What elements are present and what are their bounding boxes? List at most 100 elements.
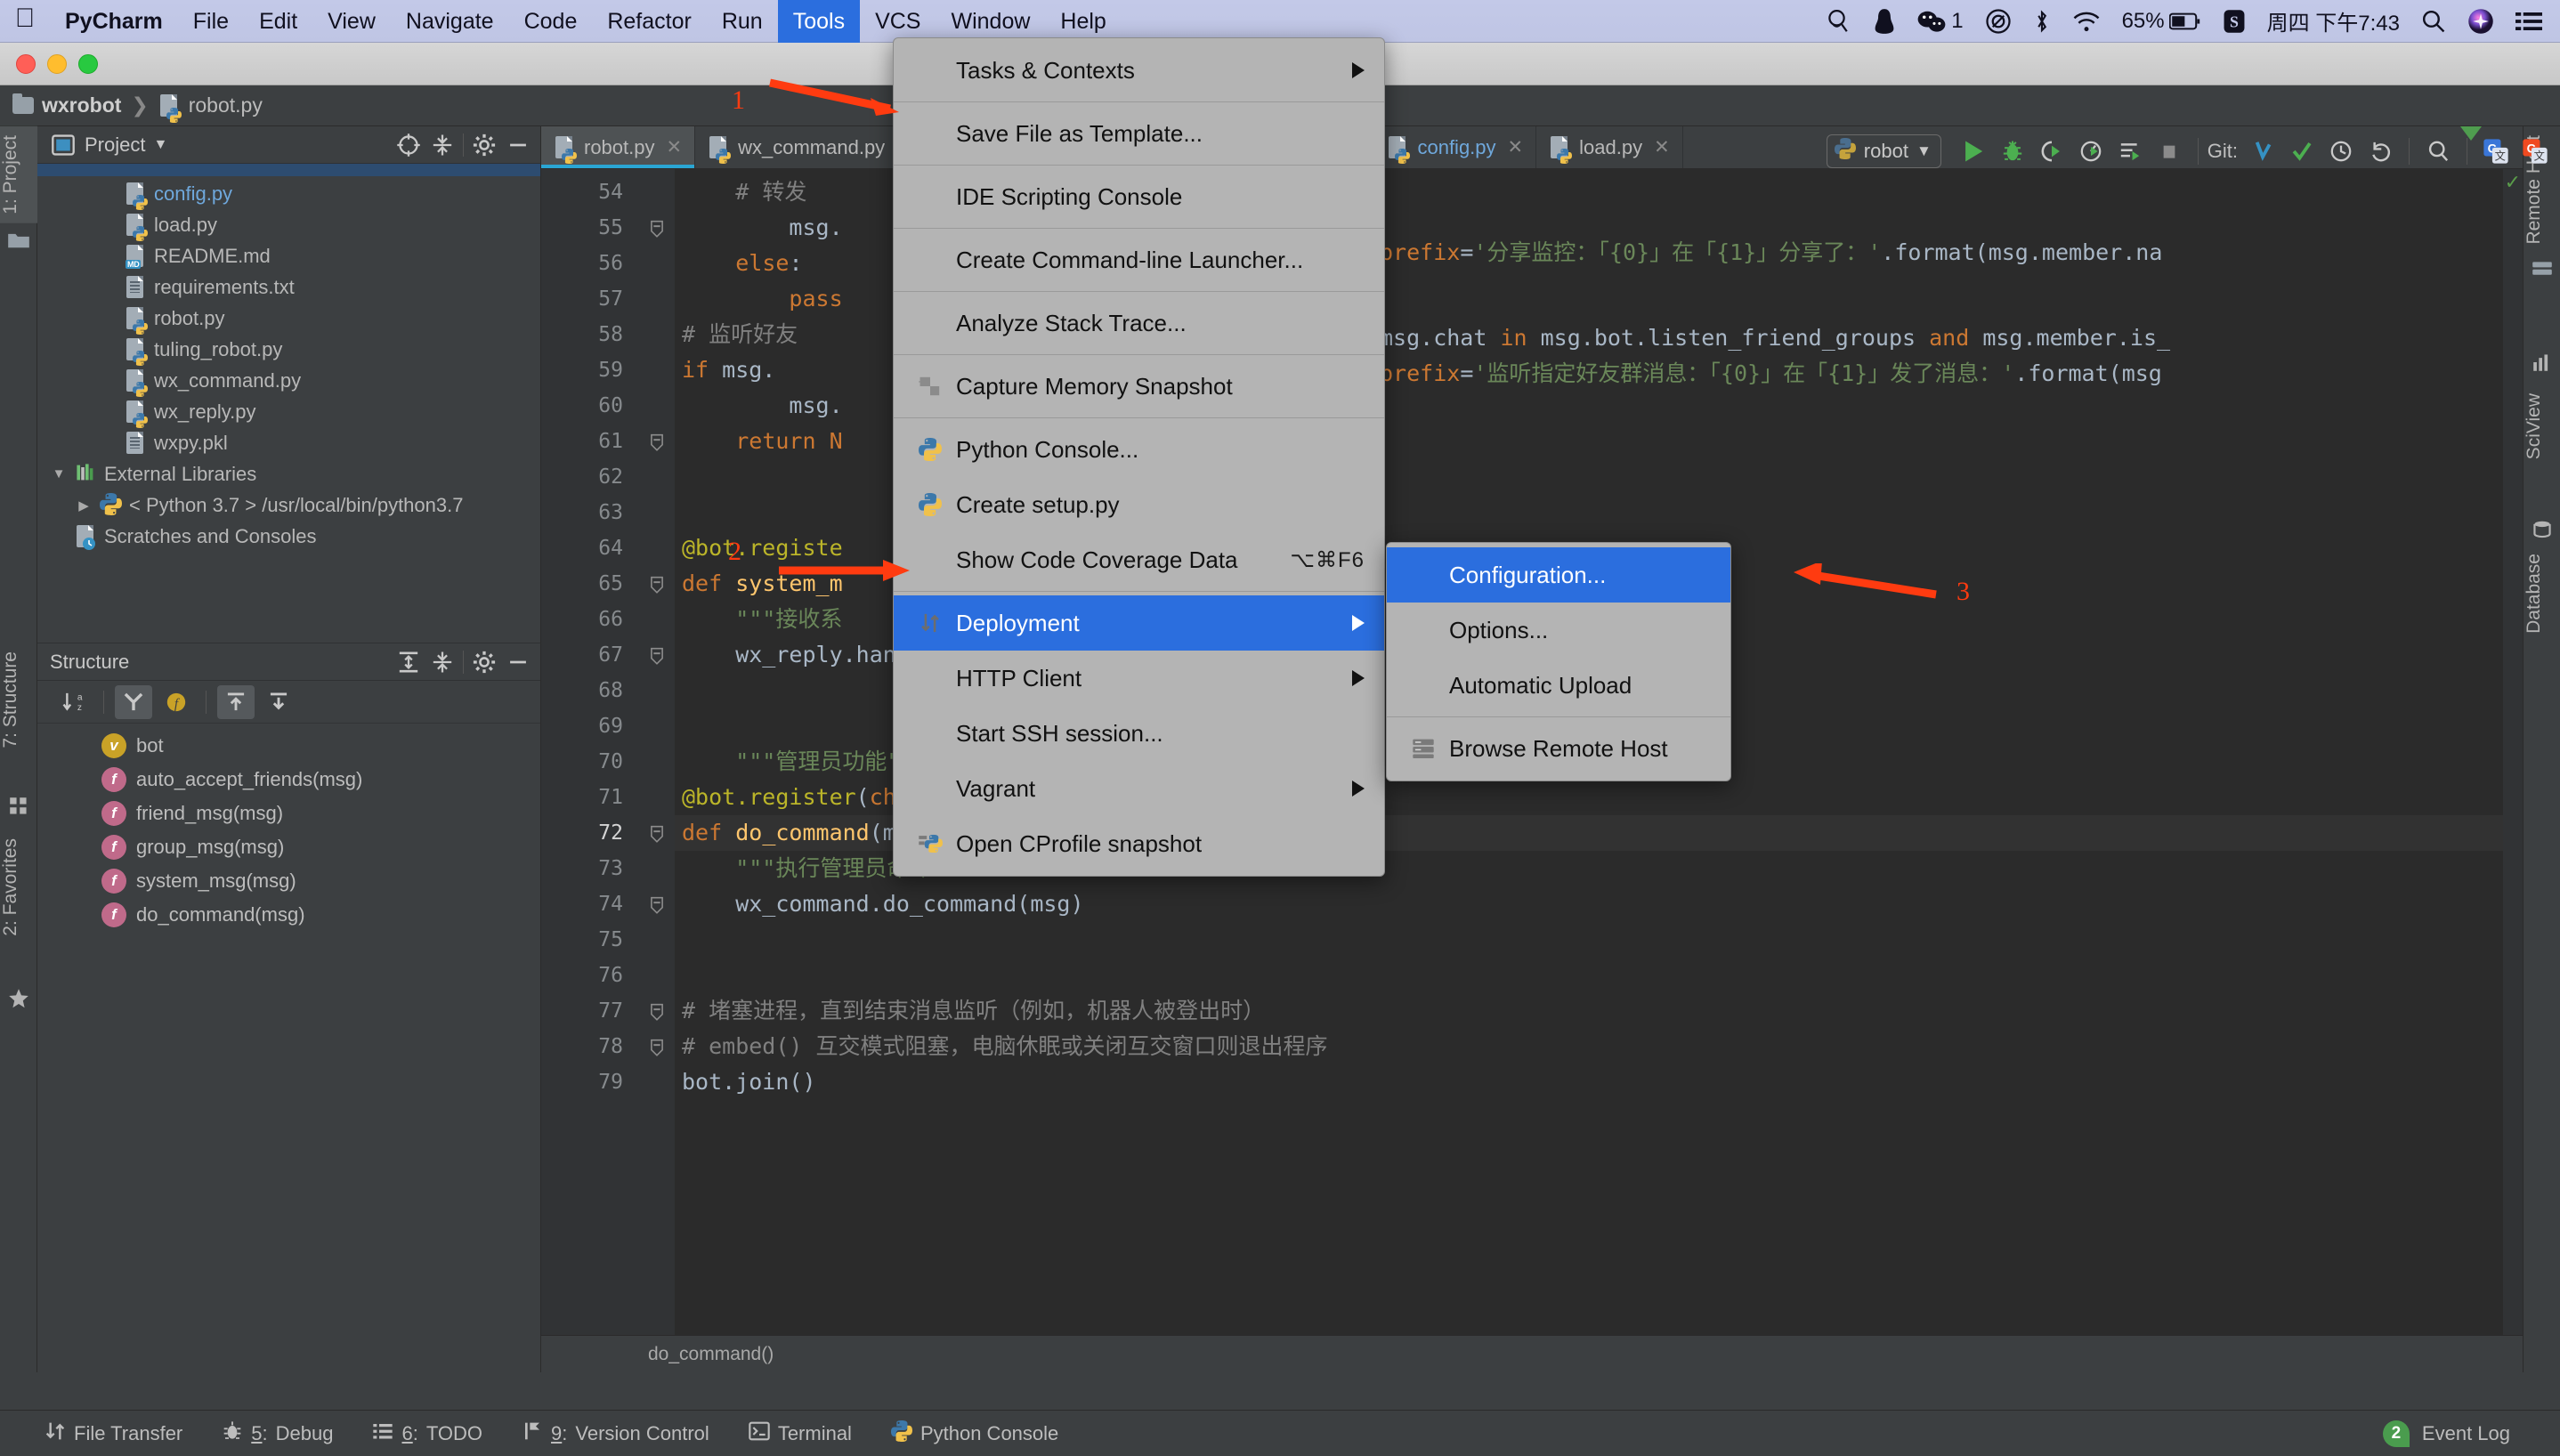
line-number[interactable]: 78 [541,1029,639,1064]
sidebar-item-sciview[interactable]: SciView [2524,384,2560,468]
line-number[interactable]: 63 [541,495,639,530]
menu-item-vagrant[interactable]: Vagrant [894,761,1384,816]
error-stripe-marker-bar[interactable]: ✓ [2503,169,2523,1372]
chevron-down-icon[interactable]: ▼ [153,137,167,153]
fold-marker[interactable] [639,637,675,673]
line-number[interactable]: 54 [541,174,639,210]
tree-row[interactable]: load.py [37,209,540,241]
close-icon[interactable]: ✕ [1508,136,1524,158]
macos-menu-pycharm[interactable]: PyCharm [50,0,178,43]
show-fields-button[interactable]: f [158,685,195,719]
macos-menu-file[interactable]: File [178,0,244,43]
menu-item-show-code-coverage-data[interactable]: Show Code Coverage Data ⌥⌘F6 [894,532,1384,587]
python-console-tool[interactable]: Python Console [890,1420,1058,1447]
breadcrumb-file[interactable]: robot.py [158,93,263,123]
sogou-input-icon[interactable]: S [2212,0,2256,43]
hide-panel-button-2[interactable] [505,649,531,675]
structure-list-item[interactable]: f group_msg(msg) [37,830,540,864]
run-button[interactable] [1954,132,1993,171]
line-number[interactable]: 71 [541,780,639,815]
event-log-label[interactable]: Event Log [2422,1422,2510,1445]
sort-alphabetically-button[interactable]: az [55,685,93,719]
macos-menu-view[interactable]: View [312,0,391,43]
macos-menu-navigate[interactable]: Navigate [391,0,509,43]
close-icon[interactable]: ✕ [667,136,683,158]
file-transfer-tool[interactable]: File Transfer [45,1420,182,1447]
line-number[interactable]: 58 [541,317,639,352]
fold-marker[interactable] [639,210,675,246]
sidebar-item-favorites[interactable]: 2: Favorites [0,829,37,945]
git-history-button[interactable] [2321,132,2361,171]
menu-item-tasks-contexts[interactable]: Tasks & Contexts [894,43,1384,98]
bluetooth-icon[interactable] [2022,0,2062,43]
sidebar-item-database[interactable]: Database [2524,545,2560,643]
scroll-from-source-button[interactable] [395,132,422,158]
code-line[interactable]: bot.join() [675,1064,2523,1100]
line-number[interactable]: 67 [541,637,639,673]
tree-row[interactable]: wx_command.py [37,365,540,397]
tree-expand-arrow[interactable]: ▼ [50,466,68,481]
editor-tab-load-py[interactable]: load.py ✕ [1536,126,1683,168]
menu-item-capture-memory-snapshot[interactable]: Capture Memory Snapshot [894,359,1384,414]
editor-tab-config-py[interactable]: config.py ✕ [1374,126,1537,168]
macos-menu-vcs[interactable]: VCS [860,0,936,43]
line-number[interactable]: 70 [541,744,639,780]
line-number[interactable]: 65 [541,566,639,602]
collapse-all-button-2[interactable] [429,649,456,675]
hide-panel-button[interactable] [505,132,531,158]
expand-all-button[interactable] [395,649,422,675]
line-number[interactable]: 75 [541,922,639,958]
breadcrumb-project[interactable]: wxrobot [12,93,121,117]
structure-list-item[interactable]: f auto_accept_friends(msg) [37,763,540,797]
macos-menu-tools[interactable]: Tools [777,0,861,43]
macos-menu-edit[interactable]: Edit [244,0,312,43]
line-number[interactable]: 56 [541,246,639,281]
line-number[interactable]: 69 [541,708,639,744]
wifi-icon[interactable] [2062,0,2111,43]
line-number[interactable]: 61 [541,424,639,459]
macos-menu-code[interactable]: Code [509,0,593,43]
profile-button[interactable] [2071,132,2110,171]
tools-dropdown-menu[interactable]: Tasks & Contexts Save File as Template...… [893,37,1385,877]
group-by-button[interactable] [115,684,152,719]
menu-item-ide-scripting-console[interactable]: IDE Scripting Console [894,169,1384,224]
tree-row[interactable]: robot.py [37,303,540,335]
line-number[interactable]: 73 [541,851,639,886]
menu-item-analyze-stack-trace[interactable]: Analyze Stack Trace... [894,295,1384,351]
line-number[interactable]: 64 [541,530,639,566]
code-line[interactable] [675,922,2523,958]
gear-icon[interactable] [471,649,498,675]
version-control-tool[interactable]: 9: Version Control [522,1420,709,1447]
menu-item-start-ssh-session[interactable]: Start SSH session... [894,706,1384,761]
menu-item-http-client[interactable]: HTTP Client [894,651,1384,706]
sidebar-item-structure[interactable]: 7: Structure [0,643,37,757]
fold-marker[interactable] [639,566,675,602]
siri-icon[interactable] [2457,0,2505,43]
translate-blue-button[interactable]: G文 [2476,132,2515,171]
structure-list-item[interactable]: f friend_msg(msg) [37,797,540,830]
fold-marker[interactable] [639,424,675,459]
line-number[interactable]: 55 [541,210,639,246]
tree-row[interactable]: ▼ External Libraries [37,458,540,489]
deployment-submenu[interactable]: Configuration... Options... Automatic Uplo… [1386,542,1731,781]
menu-item-python-console[interactable]: Python Console... [894,422,1384,477]
alfred-icon[interactable] [1815,0,1863,43]
structure-list-item[interactable]: v bot [37,729,540,763]
menu-item-browse-remote-host[interactable]: Browse Remote Host [1387,721,1730,776]
structure-list-item[interactable]: f system_msg(msg) [37,864,540,898]
line-number[interactable]: 66 [541,602,639,637]
search-everywhere-button[interactable] [2418,132,2458,171]
translate-red-button[interactable]: G文 [2515,132,2555,171]
line-number[interactable]: 79 [541,1064,639,1100]
sidebar-item-project[interactable]: 1: Project [0,126,37,223]
menu-item-create-setup-py[interactable]: Create setup.py [894,477,1384,532]
expand-all-structure-button[interactable] [217,684,255,719]
tree-row[interactable]: Scratches and Consoles [37,521,540,552]
git-update-button[interactable] [2243,132,2282,171]
line-number[interactable]: 72 [541,815,639,851]
line-number[interactable]: 74 [541,886,639,922]
menu-item-automatic-upload[interactable]: Automatic Upload [1387,658,1730,713]
macos-menu-run[interactable]: Run [707,0,778,43]
fold-marker[interactable] [639,815,675,851]
run-dashboard-button[interactable] [2110,132,2150,171]
